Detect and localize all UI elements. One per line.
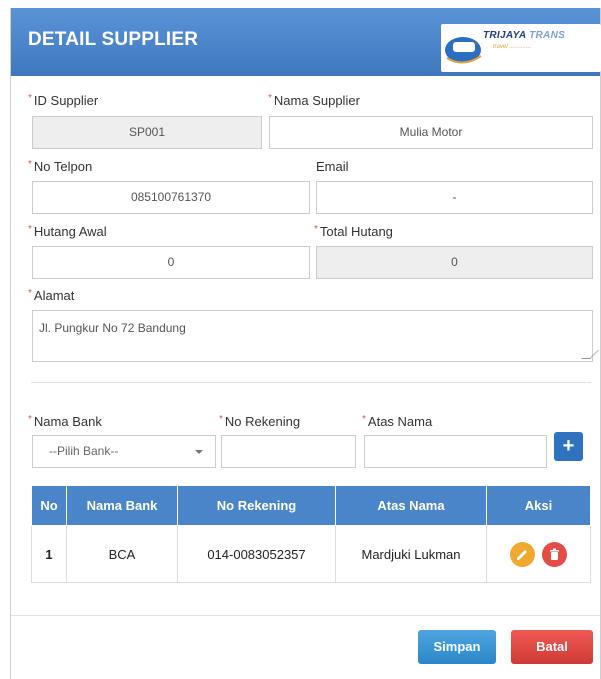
nama-bank-label: * Nama Bank [28, 414, 102, 429]
alamat-value: Jl. Pungkur No 72 Bandung [39, 321, 186, 335]
nama-supplier-label: * Nama Supplier [268, 93, 360, 108]
resize-handle-icon[interactable] [581, 350, 599, 359]
id-supplier-field: SP001 [32, 116, 262, 149]
save-button[interactable]: Simpan [418, 630, 496, 664]
no-telpon-field[interactable]: 085100761370 [32, 181, 310, 214]
required-mark: * [28, 159, 32, 170]
trash-icon [550, 548, 560, 560]
cancel-button[interactable]: Batal [511, 630, 593, 664]
email-label: Email [316, 159, 349, 174]
alamat-label: * Alamat [28, 288, 74, 303]
total-hutang-label: * Total Hutang [314, 224, 393, 239]
atas-nama-label: * Atas Nama [362, 414, 432, 429]
nama-supplier-label-text: Nama Supplier [273, 93, 360, 108]
id-supplier-label: * ID Supplier [28, 93, 98, 108]
cell-aksi [486, 525, 591, 583]
required-mark: * [28, 288, 32, 299]
atas-nama-label-text: Atas Nama [367, 414, 433, 429]
logo-bus-icon [445, 37, 482, 64]
required-mark: * [362, 414, 366, 425]
column-header-no: No [31, 485, 67, 526]
no-telpon-label-text: No Telpon [33, 159, 93, 174]
required-mark: * [268, 93, 272, 104]
hutang-awal-label-text: Hutang Awal [33, 224, 107, 239]
edit-button[interactable] [509, 541, 535, 567]
cell-no: 1 [31, 525, 67, 583]
company-logo: TRIJAYA TRANS travel ............. [441, 24, 601, 72]
required-mark: * [314, 224, 318, 235]
cell-atas-nama: Mardjuki Lukman [335, 525, 487, 583]
required-mark: * [28, 93, 32, 104]
bank-table: No Nama Bank No Rekening Atas Nama Aksi … [31, 485, 591, 583]
column-header-nama-bank: Nama Bank [66, 485, 178, 526]
delete-button[interactable] [542, 541, 568, 567]
alamat-label-text: Alamat [33, 288, 75, 303]
footer-divider [11, 615, 600, 616]
no-rekening-label-text: No Rekening [224, 414, 301, 429]
nama-bank-label-text: Nama Bank [33, 414, 102, 429]
total-hutang-label-text: Total Hutang [319, 224, 393, 239]
logo-text-trans: TRANS [529, 30, 566, 41]
add-bank-button[interactable]: + [554, 432, 583, 461]
modal-title: DETAIL SUPPLIER [28, 29, 199, 50]
atas-nama-input[interactable] [364, 435, 547, 468]
id-supplier-label-text: ID Supplier [33, 93, 99, 108]
total-hutang-field: 0 [316, 246, 593, 279]
no-telpon-label: * No Telpon [28, 159, 92, 174]
column-header-atas-nama: Atas Nama [335, 485, 487, 526]
logo-tagline: travel ............. [493, 44, 532, 50]
nama-supplier-field[interactable]: Mulia Motor [269, 116, 593, 149]
logo-text-main: TRIJAYA [483, 30, 527, 41]
column-header-aksi: Aksi [486, 485, 591, 526]
chevron-down-icon [195, 450, 203, 454]
cell-nama-bank: BCA [66, 525, 178, 583]
cell-no-rekening: 014-0083052357 [177, 525, 336, 583]
pencil-icon [516, 549, 527, 560]
hutang-awal-field[interactable]: 0 [32, 246, 310, 279]
section-divider [31, 382, 591, 383]
column-header-no-rekening: No Rekening [177, 485, 336, 526]
required-mark: * [219, 414, 223, 425]
nama-bank-select[interactable]: --Pilih Bank-- [32, 435, 216, 468]
table-row: 1 BCA 014-0083052357 Mardjuki Lukman [31, 525, 591, 583]
required-mark: * [28, 414, 32, 425]
plus-icon: + [562, 435, 575, 457]
table-header-row: No Nama Bank No Rekening Atas Nama Aksi [31, 485, 591, 526]
email-field[interactable]: - [316, 181, 593, 214]
nama-bank-select-value: --Pilih Bank-- [49, 444, 119, 458]
detail-supplier-modal: DETAIL SUPPLIER TRIJAYA TRANS travel ...… [10, 8, 601, 679]
no-rekening-input[interactable] [221, 435, 356, 468]
hutang-awal-label: * Hutang Awal [28, 224, 107, 239]
no-rekening-label: * No Rekening [219, 414, 300, 429]
logo-text: TRIJAYA TRANS [483, 30, 565, 41]
alamat-textarea[interactable]: Jl. Pungkur No 72 Bandung [32, 310, 599, 362]
required-mark: * [28, 224, 32, 235]
modal-header: DETAIL SUPPLIER TRIJAYA TRANS travel ...… [11, 8, 601, 76]
